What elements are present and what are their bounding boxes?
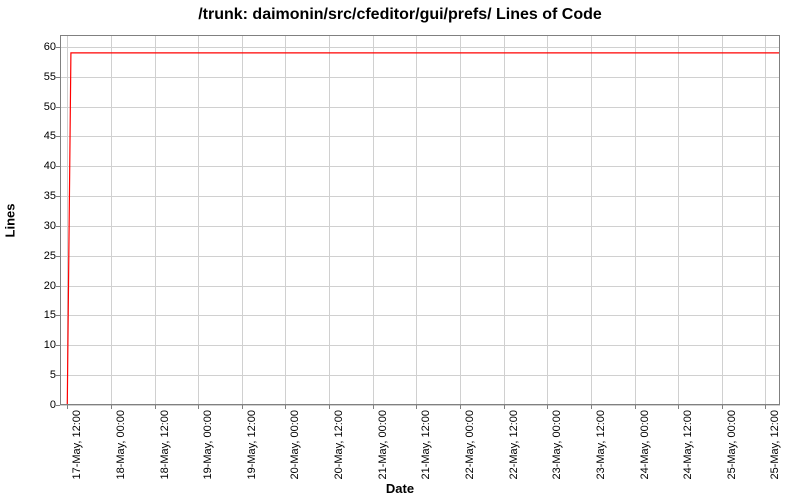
gridline-h	[60, 405, 780, 406]
x-tick-label: 23-May, 12:00	[595, 410, 607, 500]
tick-x	[285, 405, 286, 409]
x-tick-label: 24-May, 00:00	[639, 410, 651, 500]
tick-x	[155, 405, 156, 409]
y-tick-label: 0	[16, 399, 56, 411]
tick-x	[722, 405, 723, 409]
data-series-line	[60, 35, 780, 405]
x-tick-label: 21-May, 12:00	[420, 410, 432, 500]
x-tick-label: 19-May, 00:00	[202, 410, 214, 500]
x-tick-label: 18-May, 12:00	[159, 410, 171, 500]
y-tick-label: 50	[16, 101, 56, 113]
y-tick-label: 40	[16, 160, 56, 172]
x-tick-label: 20-May, 12:00	[333, 410, 345, 500]
y-tick-label: 60	[16, 41, 56, 53]
tick-x	[198, 405, 199, 409]
y-tick-label: 30	[16, 220, 56, 232]
x-tick-label: 24-May, 12:00	[682, 410, 694, 500]
loc-chart: /trunk: daimonin/src/cfeditor/gui/prefs/…	[0, 0, 800, 500]
y-tick-label: 25	[16, 250, 56, 262]
x-tick-label: 23-May, 00:00	[551, 410, 563, 500]
tick-x	[460, 405, 461, 409]
x-tick-label: 21-May, 00:00	[377, 410, 389, 500]
tick-x	[67, 405, 68, 409]
plot-area	[60, 35, 780, 405]
x-tick-label: 22-May, 00:00	[464, 410, 476, 500]
tick-x	[329, 405, 330, 409]
tick-x	[504, 405, 505, 409]
y-tick-label: 10	[16, 339, 56, 351]
tick-x	[242, 405, 243, 409]
y-tick-label: 20	[16, 280, 56, 292]
tick-x	[111, 405, 112, 409]
y-tick-label: 35	[16, 190, 56, 202]
y-tick-label: 15	[16, 309, 56, 321]
tick-x	[373, 405, 374, 409]
y-tick-label: 5	[16, 369, 56, 381]
tick-x	[635, 405, 636, 409]
x-tick-label: 25-May, 00:00	[726, 410, 738, 500]
x-tick-label: 19-May, 12:00	[246, 410, 258, 500]
y-tick-label: 45	[16, 130, 56, 142]
tick-x	[547, 405, 548, 409]
x-tick-label: 18-May, 00:00	[115, 410, 127, 500]
tick-x	[765, 405, 766, 409]
x-tick-label: 22-May, 12:00	[508, 410, 520, 500]
tick-y	[56, 405, 60, 406]
tick-x	[678, 405, 679, 409]
y-tick-label: 55	[16, 71, 56, 83]
tick-x	[591, 405, 592, 409]
x-tick-label: 17-May, 12:00	[71, 410, 83, 500]
x-tick-label: 20-May, 00:00	[289, 410, 301, 500]
x-tick-label: 25-May, 12:00	[769, 410, 781, 500]
tick-x	[416, 405, 417, 409]
chart-title: /trunk: daimonin/src/cfeditor/gui/prefs/…	[0, 6, 800, 24]
